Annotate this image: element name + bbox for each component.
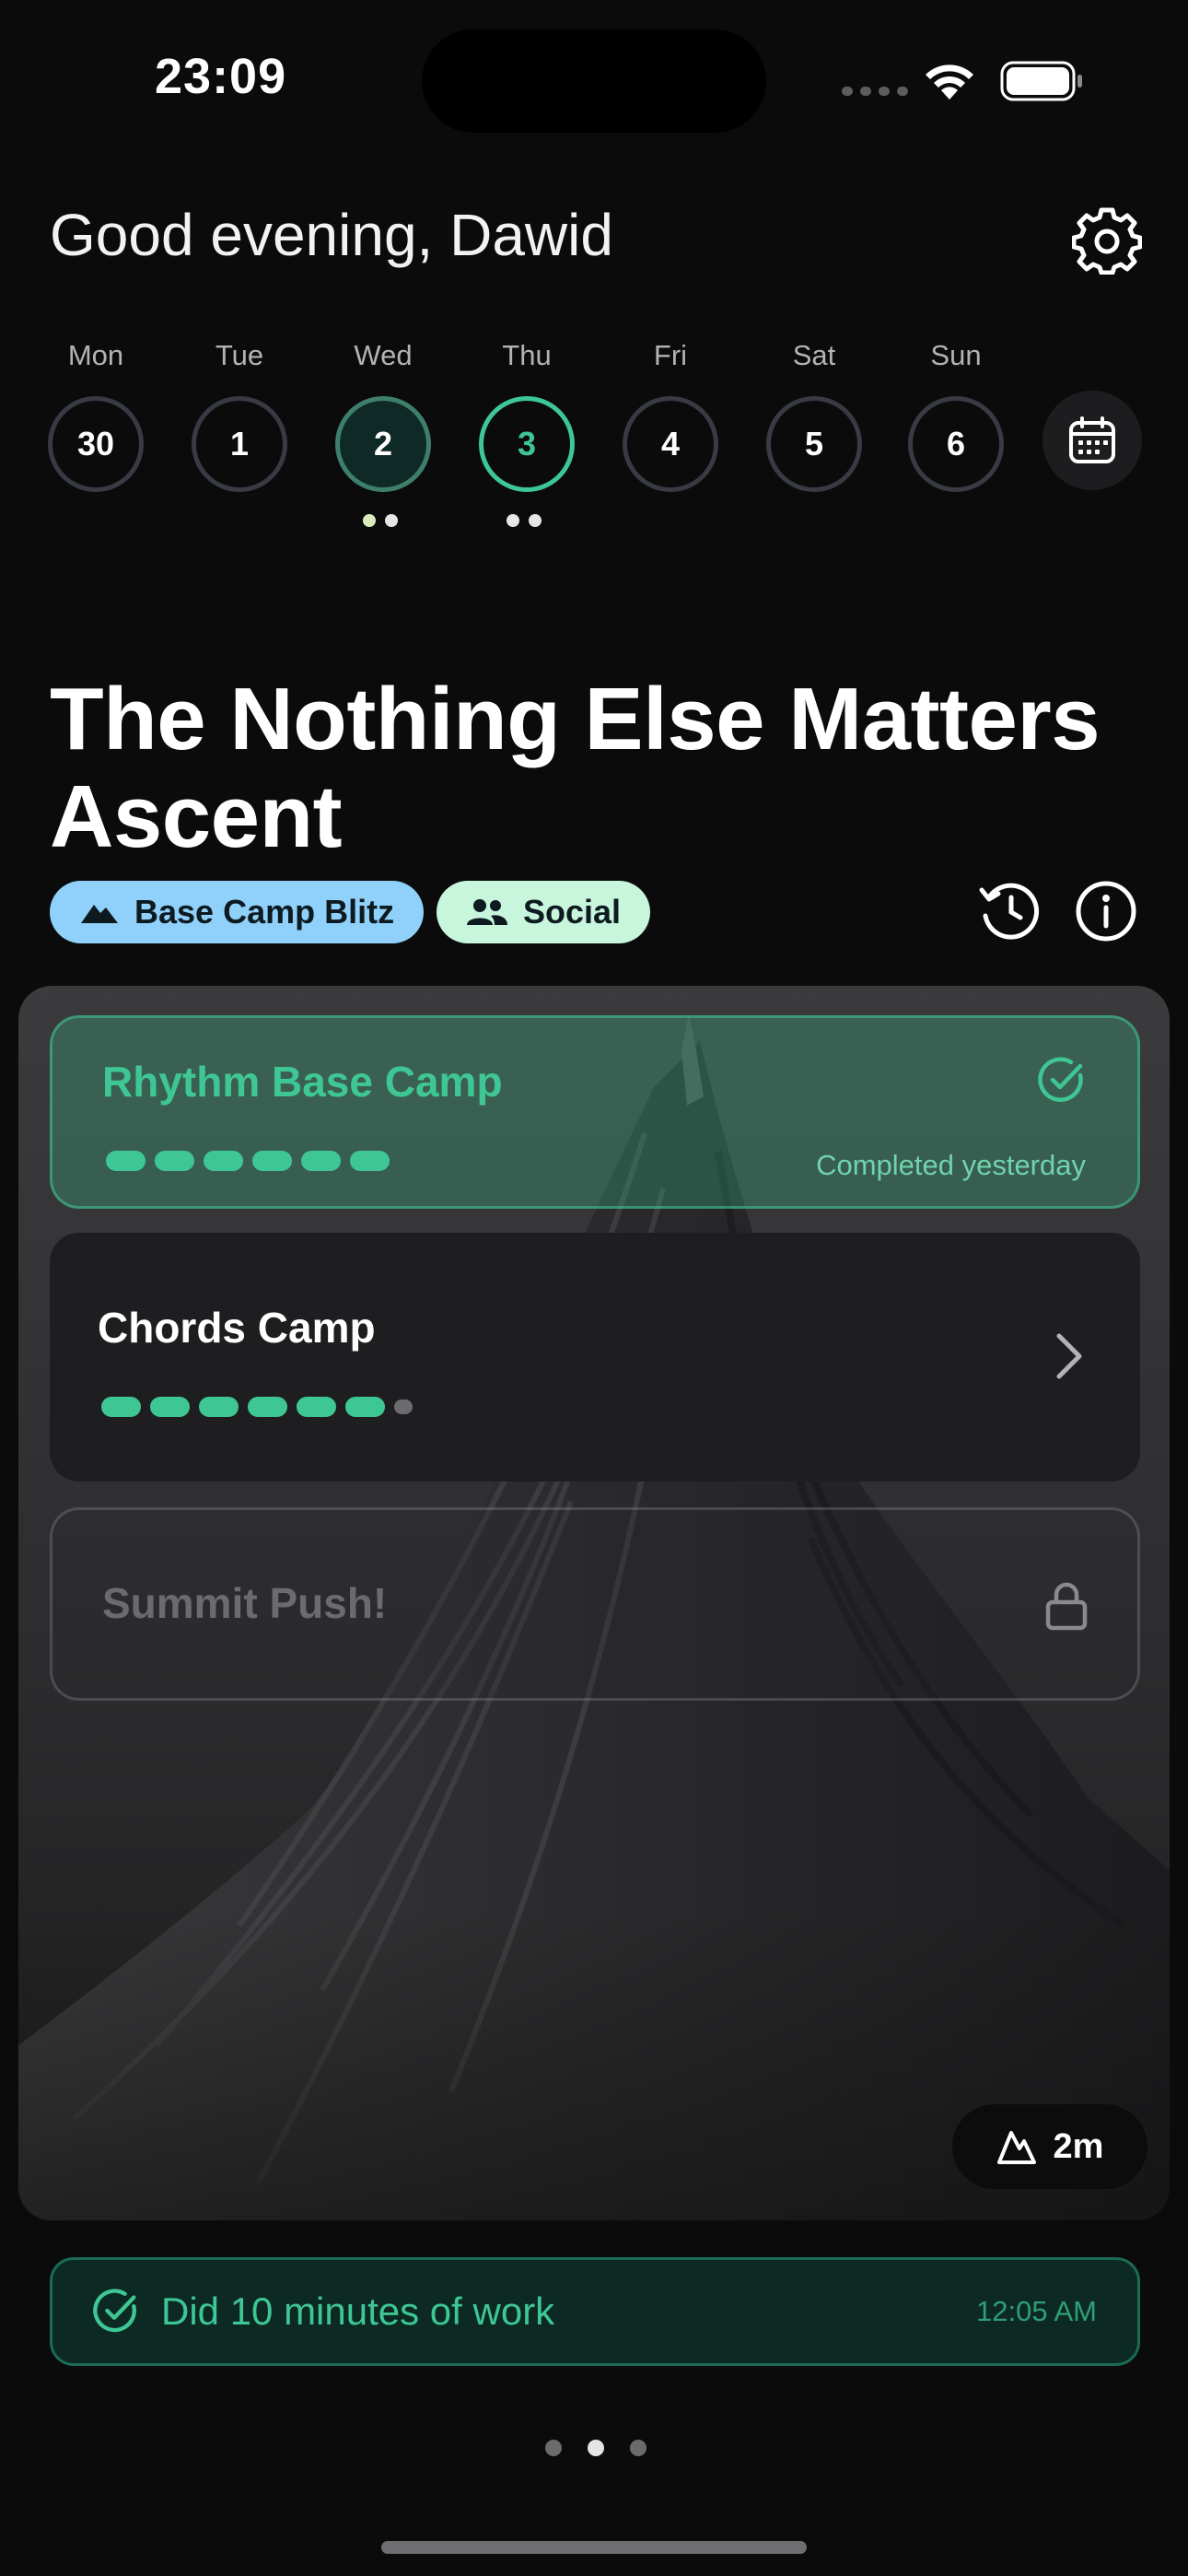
day-label-fri: Fri (653, 339, 688, 371)
log-time: 12:05 AM (976, 2295, 1097, 2327)
check-circle-icon (1038, 1057, 1083, 1103)
people-icon (467, 899, 507, 925)
route-card: Rhythm Base Camp Completed yesterday Cho… (18, 986, 1170, 2220)
page-dot[interactable] (545, 2440, 562, 2456)
check-circle-icon (93, 2289, 136, 2333)
altitude-badge: 2m (952, 2104, 1147, 2189)
lock-icon (1045, 1582, 1088, 1631)
stage-title: Summit Push! (102, 1579, 388, 1627)
day-label-thu: Thu (502, 339, 552, 371)
mountain-outline-icon (996, 2131, 1036, 2164)
stage-card-rhythm-base-camp[interactable]: Rhythm Base Camp Completed yesterday (50, 1015, 1140, 1209)
cellular-signal-icon (842, 87, 908, 96)
gear-icon[interactable] (1072, 205, 1142, 275)
activity-dots-thu (507, 514, 542, 527)
page-indicator[interactable] (545, 2440, 646, 2456)
log-text: Did 10 minutes of work (161, 2289, 555, 2333)
calendar-icon (1069, 416, 1115, 463)
day-button-fri[interactable]: 4 (623, 396, 718, 492)
challenge-title: The Nothing Else Matters Ascent (50, 670, 1101, 866)
mountain-icon (81, 905, 118, 923)
page-dot-active[interactable] (588, 2440, 604, 2456)
stage-title: Chords Camp (98, 1304, 376, 1352)
info-icon[interactable] (1074, 879, 1138, 943)
day-button-tue[interactable]: 1 (192, 396, 287, 492)
day-button-thu[interactable]: 3 (479, 396, 575, 492)
stage-card-summit-push: Summit Push! (50, 1507, 1140, 1701)
altitude-value: 2m (1053, 2126, 1104, 2166)
greeting: Good evening, Dawid (50, 202, 613, 268)
activity-log-entry[interactable]: Did 10 minutes of work 12:05 AM (50, 2257, 1140, 2366)
wifi-icon (926, 64, 973, 100)
stage-progress (106, 1151, 390, 1171)
dynamic-island (422, 29, 766, 133)
day-label-tue: Tue (215, 339, 264, 371)
home-indicator[interactable] (381, 2541, 807, 2554)
history-icon[interactable] (978, 879, 1042, 943)
day-button-wed[interactable]: 2 (335, 396, 431, 492)
stage-title: Rhythm Base Camp (102, 1058, 503, 1106)
battery-icon (1000, 61, 1082, 101)
stage-card-chords-camp[interactable]: Chords Camp (50, 1233, 1140, 1481)
tag-label: Base Camp Blitz (134, 893, 395, 931)
tag-social[interactable]: Social (437, 881, 651, 943)
day-label-mon: Mon (67, 339, 124, 371)
stage-status: Completed yesterday (816, 1149, 1086, 1181)
day-button-sun[interactable]: 6 (908, 396, 1004, 492)
calendar-button[interactable] (1042, 391, 1142, 490)
day-button-mon[interactable]: 30 (48, 396, 144, 492)
day-label-wed: Wed (354, 339, 413, 371)
tag-base-camp-blitz[interactable]: Base Camp Blitz (50, 881, 425, 943)
tag-label: Social (523, 893, 622, 931)
activity-dots-wed (363, 514, 398, 527)
day-button-sat[interactable]: 5 (766, 396, 862, 492)
stage-progress (101, 1397, 413, 1417)
day-label-sat: Sat (792, 339, 836, 371)
chevron-right-icon (1056, 1333, 1082, 1379)
status-time: 23:09 (155, 49, 287, 104)
page-dot[interactable] (630, 2440, 646, 2456)
day-label-sun: Sun (930, 339, 982, 371)
